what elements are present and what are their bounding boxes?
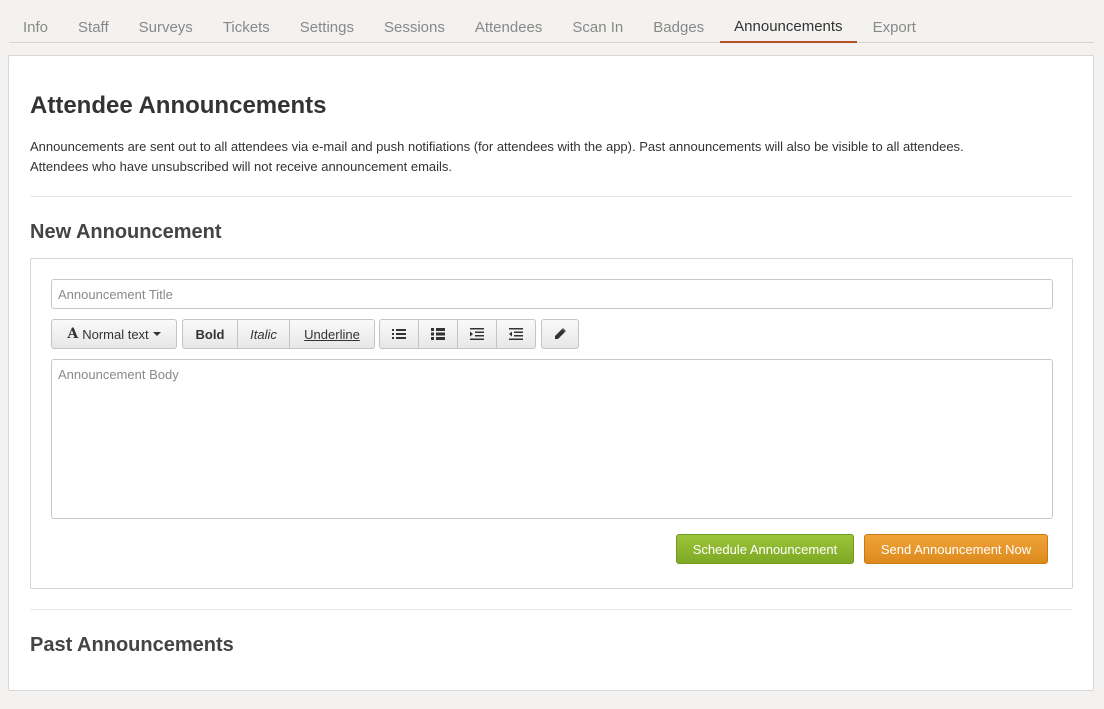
page-title: Attendee Announcements [30, 92, 327, 119]
tab-badges[interactable]: Badges [639, 11, 718, 43]
tab-attendees[interactable]: Attendees [461, 11, 557, 43]
tab-info[interactable]: Info [9, 11, 62, 43]
font-style-button[interactable]: A Normal text [52, 320, 176, 348]
font-style-label: Normal text [82, 326, 149, 342]
announcement-body-editor[interactable]: Announcement Body [51, 359, 1053, 519]
outdent-button[interactable] [497, 320, 535, 348]
tab-tickets[interactable]: Tickets [209, 11, 284, 43]
unordered-list-button[interactable] [380, 320, 419, 348]
font-icon: A [67, 326, 79, 342]
caret-down-icon [152, 332, 161, 336]
new-announcement-form: A Normal text Bold Italic Underline [30, 258, 1073, 589]
tab-export[interactable]: Export [859, 11, 930, 43]
divider [30, 196, 1072, 197]
description-line-2: Attendees who have unsubscribed will not… [30, 159, 453, 174]
tab-scan-in[interactable]: Scan In [558, 11, 637, 43]
indent-button[interactable] [458, 320, 497, 348]
tab-staff[interactable]: Staff [64, 11, 123, 43]
indent-icon [470, 328, 484, 340]
pencil-icon [555, 328, 566, 339]
html-mode-group [541, 319, 579, 349]
italic-button[interactable]: Italic [238, 320, 290, 348]
tab-sessions[interactable]: Sessions [370, 11, 459, 43]
underline-button[interactable]: Underline [290, 320, 374, 348]
announcements-panel: Attendee Announcements Announcements are… [8, 55, 1094, 691]
font-style-dropdown[interactable]: A Normal text [51, 319, 177, 349]
text-format-group: Bold Italic Underline [182, 319, 375, 349]
tab-settings[interactable]: Settings [286, 11, 368, 43]
unordered-list-icon [392, 329, 406, 339]
ordered-list-icon [431, 328, 445, 340]
announcement-body-placeholder: Announcement Body [58, 367, 179, 382]
new-announcement-heading: New Announcement [30, 221, 222, 243]
list-indent-group [379, 319, 536, 349]
html-edit-button[interactable] [542, 320, 578, 348]
outdent-icon [509, 328, 523, 340]
bold-button[interactable]: Bold [183, 320, 238, 348]
announcement-title-input[interactable] [51, 279, 1053, 309]
divider [30, 609, 1072, 610]
past-announcements-heading: Past Announcements [30, 634, 234, 656]
tab-announcements[interactable]: Announcements [720, 11, 857, 43]
schedule-announcement-button[interactable]: Schedule Announcement [676, 534, 854, 564]
send-announcement-now-button[interactable]: Send Announcement Now [864, 534, 1048, 564]
description-line-1: Announcements are sent out to all attend… [30, 139, 964, 154]
tab-bar: Info Staff Surveys Tickets Settings Sess… [9, 11, 1094, 43]
ordered-list-button[interactable] [419, 320, 458, 348]
tab-surveys[interactable]: Surveys [125, 11, 207, 43]
page-description: Announcements are sent out to all attend… [30, 137, 1070, 177]
